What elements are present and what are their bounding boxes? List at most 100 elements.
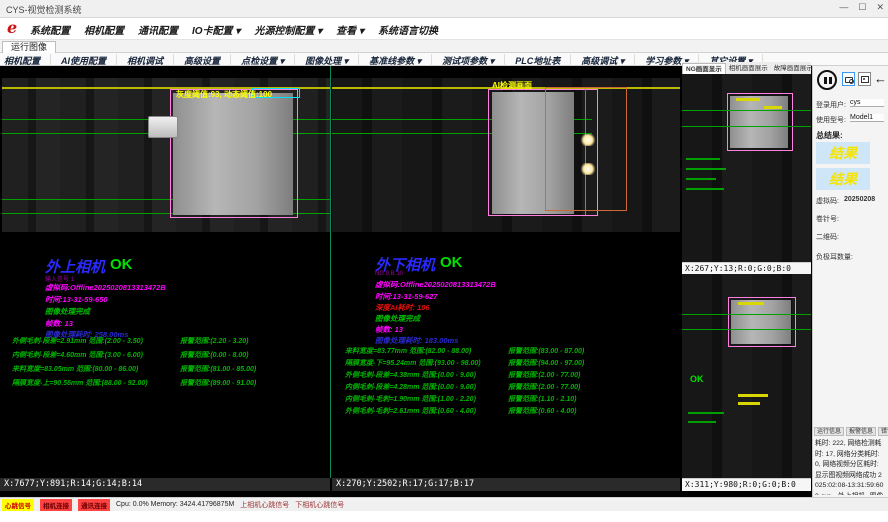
virtual-code-value: 20250208 [844,196,875,203]
thumb-bottom-guide-line [682,314,811,315]
left-threshold-overlay: 灰度阈值:93, 动态阈值:100 [176,89,272,100]
menu-item-view[interactable]: 查看 ▾ [336,22,364,37]
model-label: 使用型号: [816,115,846,125]
thumb-bottom-text-marks [688,412,724,414]
tab-camera-display[interactable]: 相机画面展示 [726,63,771,74]
run-info-log[interactable]: 耗时: 222, 网络检测耗时: 17, 网络分类耗时: 0, 网络视频分区耗时… [815,439,885,495]
camera-icon [845,77,853,83]
menu-item-comm-config[interactable]: 通讯配置 [138,22,178,37]
left-alarm-row: 报警范围:(0.00 - 8.00) [180,350,248,360]
thumb-top-roi-box [727,93,793,151]
tab-run-image[interactable]: 运行图像 [2,41,56,53]
image-icon [861,76,869,83]
minimize-icon[interactable]: — [839,2,848,13]
middle-alarm-row: 报警范围:(2.00 - 77.00) [508,382,580,392]
thumb-top-label-marks [764,106,782,109]
app-logo-icon: e [7,19,25,37]
tab-run-info[interactable]: 运行信息 [814,427,844,436]
thumb-top-text-marks [686,178,716,180]
left-done-text: 图像处理完成 [45,306,90,317]
left-connector-part [148,116,178,138]
middle-measure-row: 外侧毛刺-毛刺=2.61mm 范围:(0.60 - 4.00) [345,406,476,416]
left-status-ok: OK [110,256,133,273]
panel-divider [330,66,331,478]
thumb-top-text-marks [686,168,726,170]
middle-ai-overlay: AI检测画面 [492,80,532,91]
result-indicator-2: 结果 [816,168,870,190]
menu-item-system-config[interactable]: 系统配置 [30,22,70,37]
image-view-button[interactable] [858,72,871,86]
thumb-bottom-label-marks [738,302,764,305]
middle-measure-row: 内侧毛刺-段差=4.28mm 范围:(0.00 - 9.00) [345,382,476,392]
title-bar: CYS-视觉检测系统 — ☐ ✕ [0,0,888,18]
login-user-label: 登录用户: [816,100,846,110]
middle-purple-line [585,89,586,215]
close-icon[interactable]: ✕ [876,2,884,13]
left-measure-row: 来料宽度=83.05mm 范围:(80.00 - 86.00) [12,364,138,374]
menu-item-camera-config[interactable]: 相机配置 [84,22,124,37]
middle-measure-row: 外侧毛刺-段差=4.38mm 范围:(0.00 - 9.00) [345,370,476,380]
middle-measure-row: 隔膜宽度-下=95.24mm 范围:(93.00 - 98.00) [345,358,481,368]
middle-cursor-coords: X:270;Y:2502;R:17;G:17;B:17 [332,478,680,491]
thumb-bottom-coords: X:311;Y:980;R:0;G:0;B:0 [682,478,811,491]
middle-measure-row: 内侧毛刺-毛刺=1.90mm 范围:(1.00 - 2.20) [345,394,476,404]
middle-ai-time-text: 深度AI耗时: 106 [375,302,430,313]
left-barcode-text: 虚拟码:Offline2025020813313472B [45,282,166,293]
pause-button[interactable] [817,70,837,90]
back-arrow-icon[interactable]: ← [874,72,887,86]
tab-count-label: 负极耳数量: [816,252,853,262]
total-result-label: 总结果: [816,130,843,141]
tab-alarm-info[interactable]: 报警信息 [846,427,876,436]
maximize-icon[interactable]: ☐ [858,2,866,13]
middle-process-time-text: 图像处理耗时: 183.00ms [375,335,458,346]
qr-code-label: 二维码: [816,232,839,242]
left-frames-text: 帧数: 13 [45,318,73,329]
thumb-bottom-guide-line [682,329,811,330]
middle-time-text: 时间:13-31-59-627 [375,291,438,302]
thumb-bottom-text-marks [738,402,760,405]
comm-link-badge: 通讯连接 [78,499,110,511]
tab-strip [0,40,888,53]
left-measure-row: 隔膜宽度-上=90.56mm 范围:(88.00 - 92.00) [12,378,148,388]
middle-alarm-row: 报警范围:(94.00 - 97.00) [508,358,584,368]
menu-item-language-switch[interactable]: 系统语言切换 [378,22,438,37]
left-alarm-row: 报警范围:(2.20 - 3.20) [180,336,248,346]
app-window: CYS-视觉检测系统 — ☐ ✕ e 系统配置 相机配置 通讯配置 IO卡配置 … [0,0,888,522]
left-roi-box [170,89,298,218]
login-user-value[interactable]: cys [850,99,884,107]
thumb-top-label-marks [736,98,760,101]
window-title: CYS-视觉检测系统 [6,3,82,16]
cpu-memory-text: Cpu: 0.0% Memory: 3424.41796875M [116,501,234,508]
left-measure-row: 内侧毛刺-段差=4.60mm 范围:(3.00 - 6.00) [12,350,143,360]
left-alarm-row: 报警范围:(89.00 - 91.00) [180,378,256,388]
menu-item-io-config[interactable]: IO卡配置 ▾ [192,22,240,37]
tab-fault-display[interactable]: 故障画面展示 [771,63,816,74]
camera-link-badge: 相机连接 [40,499,72,511]
left-time-text: 时间:13-31-59-650 [45,294,108,305]
middle-alarm-row: 报警范围:(2.00 - 77.00) [508,370,580,380]
menu-item-light-config[interactable]: 光源控制配置 ▾ [254,22,322,37]
tab-error-info[interactable]: 错误信息 [878,427,888,436]
status-bar: 心跳信号 相机连接 通讯连接 Cpu: 0.0% Memory: 3424.41… [0,497,888,511]
model-value[interactable]: Model1 [850,114,884,122]
camera-view-button[interactable] [842,72,855,86]
left-alarm-row: 报警范围:(81.00 - 85.00) [180,364,256,374]
window-controls: — ☐ ✕ [839,2,884,13]
thumb-top-guide-line [682,110,811,111]
middle-highlight-spot [580,163,596,175]
middle-alarm-row: 报警范围:(1.10 - 2.10) [508,394,576,404]
middle-frames-text: 帧数: 13 [375,324,403,335]
middle-measure-row: 来料宽度=83.77mm 范围:(82.00 - 88.00) [345,346,471,356]
menu-items: 系统配置 相机配置 通讯配置 IO卡配置 ▾ 光源控制配置 ▾ 查看 ▾ 系统语… [30,22,438,37]
tab-ng-display[interactable]: NG画面显示 [682,63,726,74]
display-mode-tabs: NG画面显示 相机画面展示 故障画面展示 [682,62,811,74]
upper-camera-heartbeat-text: 上相机心跳信号 [240,500,289,510]
thumb-top-coords: X:267;Y:13;R:0;G:0;B:0 [682,262,811,274]
middle-barcode-text: 虚拟码:Offline2025020813313472B [375,279,496,290]
middle-done-text: 图像处理完成 [375,313,420,324]
result-indicator-1: 结果 [816,142,870,164]
needle-number-label: 卷针号: [816,214,839,224]
thumb-bottom-text-marks [688,421,716,423]
middle-roi-orange-box [545,87,627,211]
left-measure-row: 外侧毛刺-段差=2.91mm 范围:(2.00 - 3.50) [12,336,143,346]
